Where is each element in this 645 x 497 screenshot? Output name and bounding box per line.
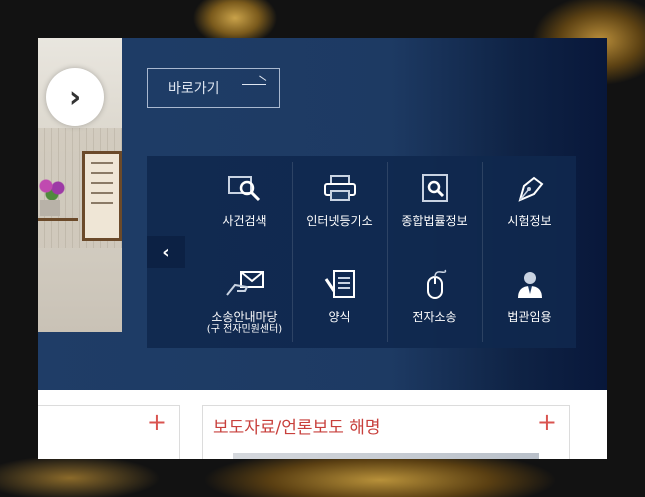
news-thumbnail [233,453,539,459]
menu-judge-appointment[interactable]: 법관임용 [482,252,577,348]
goto-label: 바로가기 [168,81,220,97]
magnifier-screen-icon [225,172,265,204]
menu-forms[interactable]: 양식 [292,252,387,348]
more-plus-icon[interactable]: + [147,410,167,434]
flower-pot-image [38,176,66,200]
press-release-card: 보도자료/언론보도 해명 + [202,405,570,459]
menu-internet-registry[interactable]: 인터넷등기소 [292,156,387,252]
document-search-icon [415,172,455,204]
popup-frame: › 바로가기 ‹ 사건검색 인터넷등기소 종합법률정보 시험정보 소송안내마당 … [38,38,607,459]
form-document-icon [320,268,360,300]
left-news-card: + [38,405,180,459]
hand-envelope-icon [225,268,265,300]
card-title[interactable]: 보도자료/언론보도 해명 [213,413,381,438]
printer-icon [320,172,360,204]
chevron-left-icon: ‹ [162,241,170,263]
menu-exam-info[interactable]: 시험정보 [482,156,577,252]
arrow-right-icon [242,84,266,85]
next-slide-button[interactable]: › [46,68,104,126]
menu-litigation-guide[interactable]: 소송안내마당 (구 전자민원센터) [197,252,292,348]
menu-case-search[interactable]: 사건검색 [197,156,292,252]
more-plus-icon[interactable]: + [537,410,557,434]
person-icon [510,268,550,300]
prev-menu-button[interactable]: ‹ [147,236,185,268]
goto-button[interactable]: 바로가기 [147,68,280,108]
menu-legal-info[interactable]: 종합법률정보 [387,156,482,252]
menu-e-litigation[interactable]: 전자소송 [387,252,482,348]
pen-nib-icon [510,172,550,204]
hero-banner: › 바로가기 ‹ 사건검색 인터넷등기소 종합법률정보 시험정보 소송안내마당 … [38,38,607,390]
quick-menu-panel: ‹ 사건검색 인터넷등기소 종합법률정보 시험정보 소송안내마당 (구 전자민원… [147,156,576,348]
signboard-image [82,151,122,241]
mouse-icon [415,268,455,300]
quick-menu-grid: 사건검색 인터넷등기소 종합법률정보 시험정보 소송안내마당 (구 전자민원센터… [197,156,576,348]
chevron-right-icon: › [68,79,82,115]
